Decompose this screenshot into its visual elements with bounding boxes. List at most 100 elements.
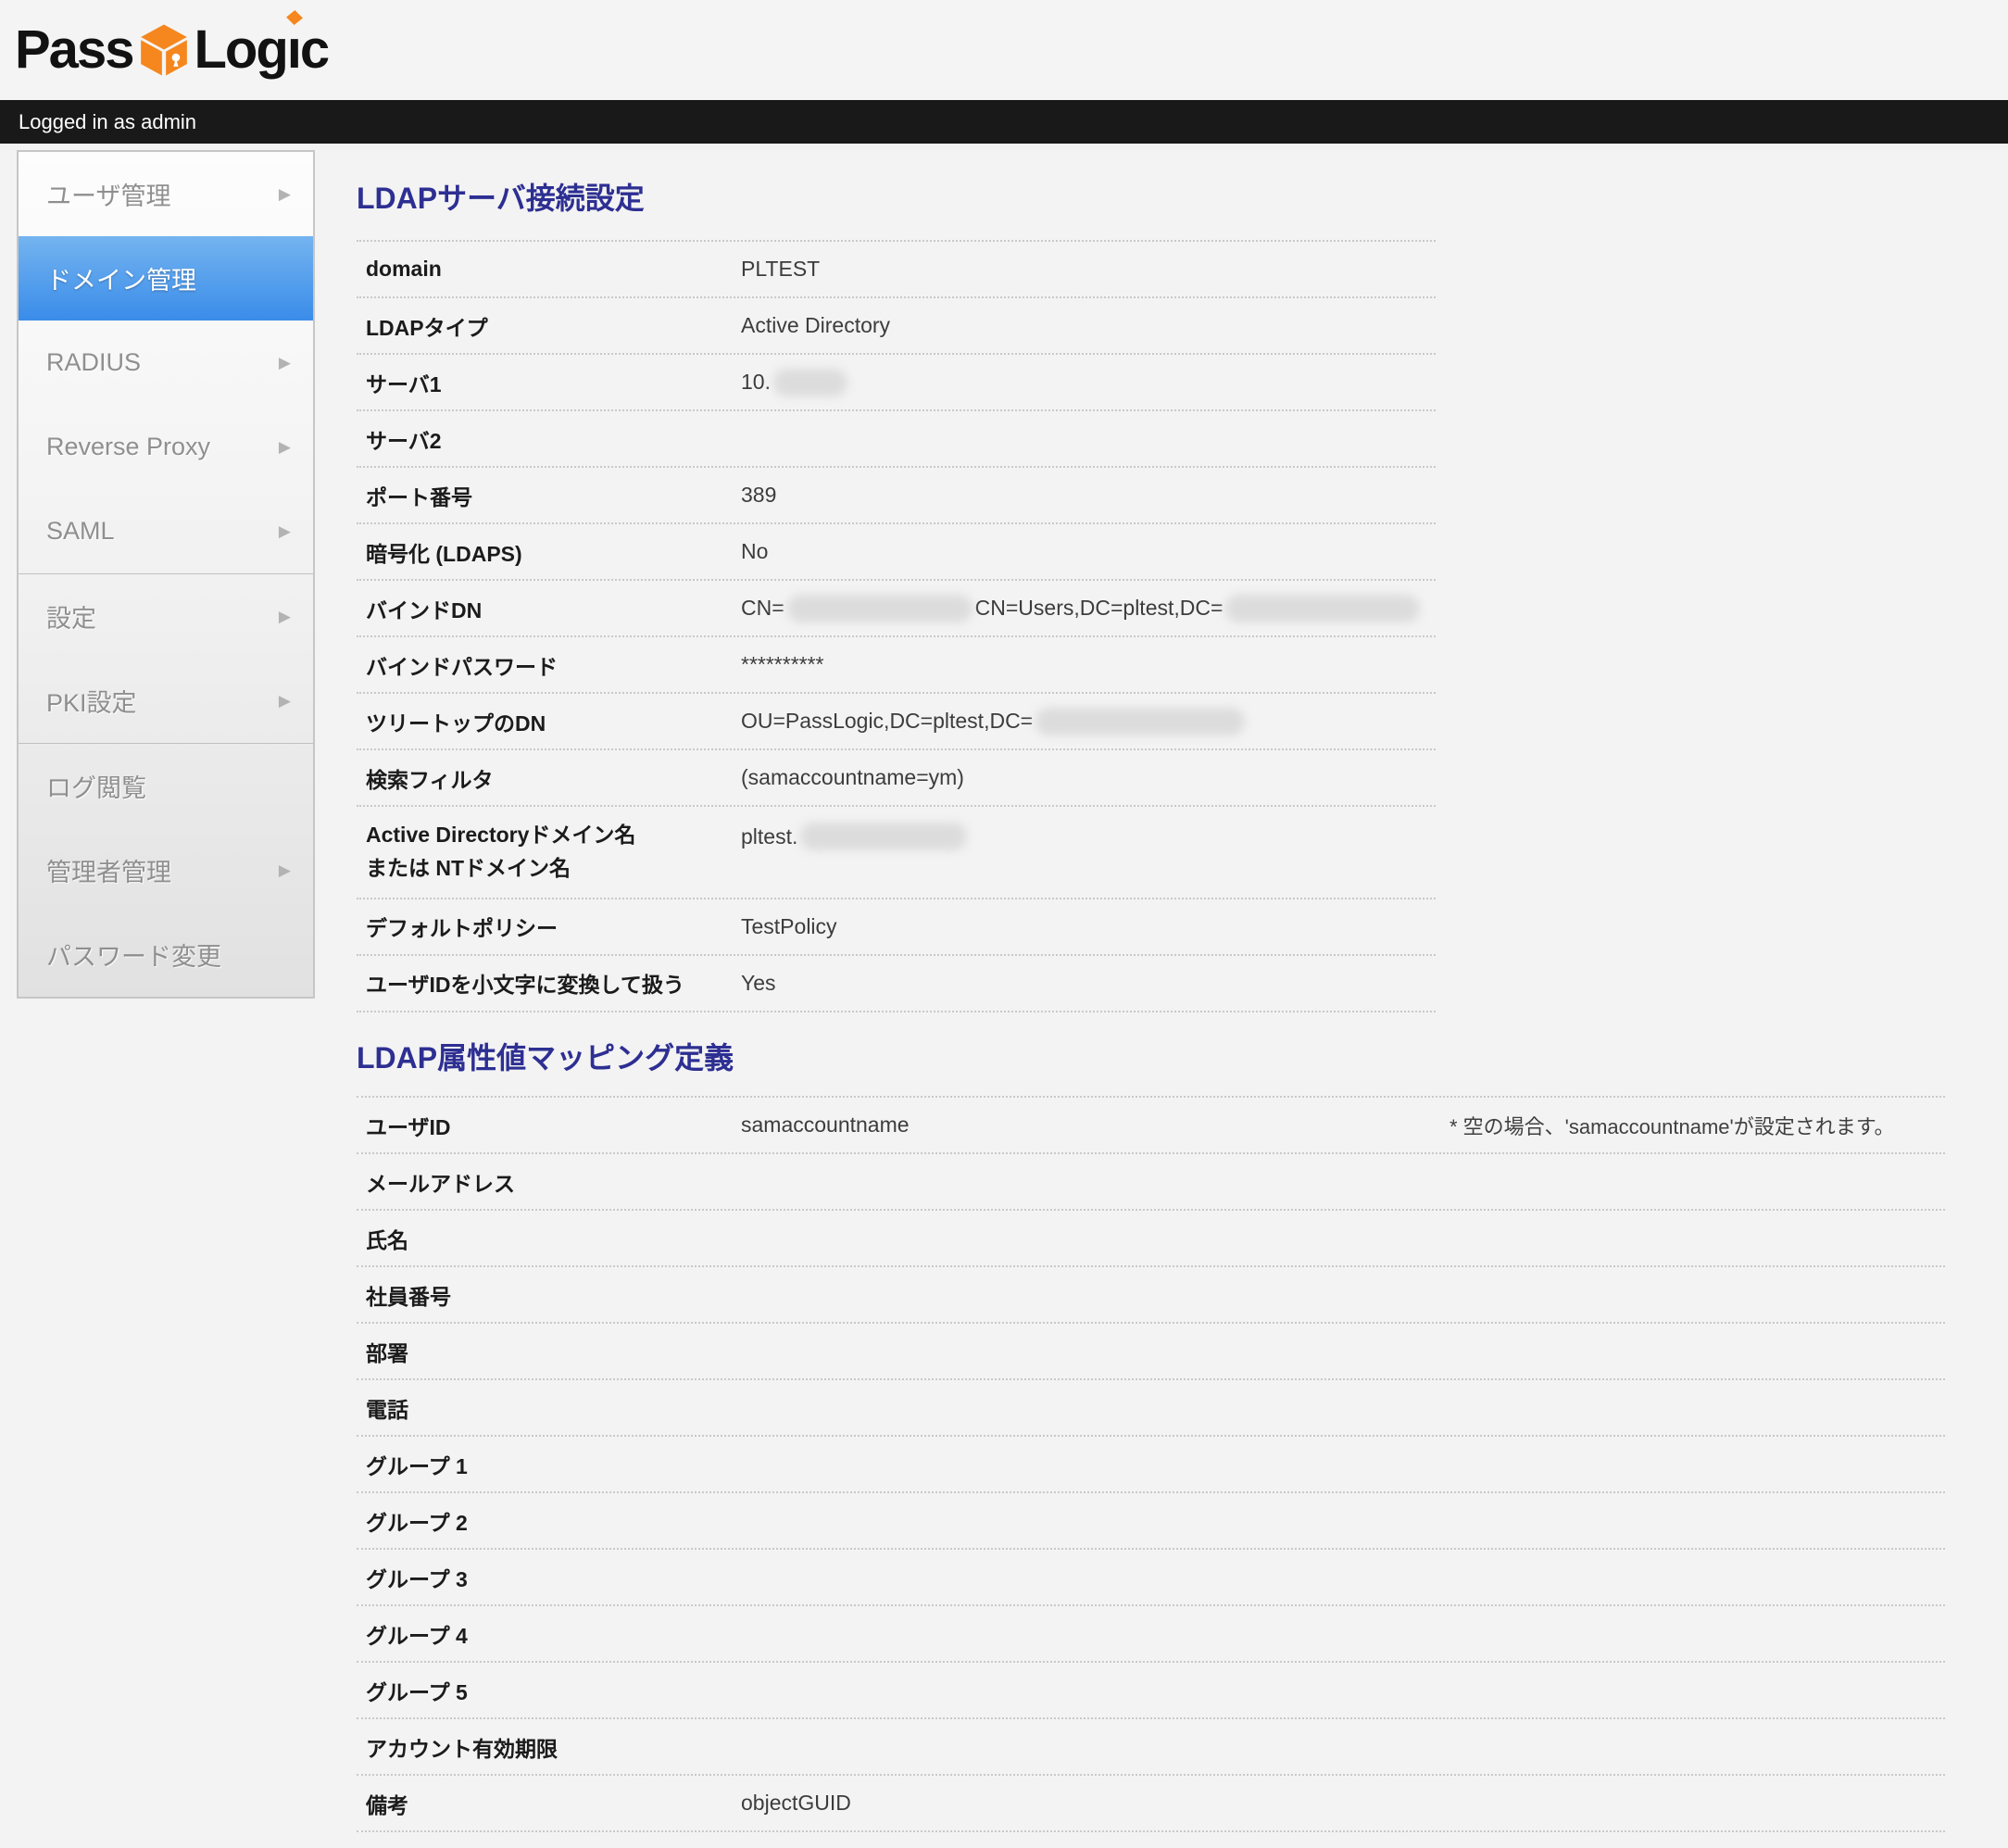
value-text: CN=Users,DC=pltest,DC= <box>975 596 1224 621</box>
table-row: 検索フィルタ(samaccountname=ym) <box>357 750 1436 807</box>
value-text: TestPolicy <box>741 914 837 939</box>
row-label: ポート番号 <box>357 480 741 511</box>
row-value: samaccountname <box>741 1113 1450 1138</box>
sidebar-item-admin-management[interactable]: 管理者管理▶ <box>19 828 313 912</box>
sidebar-item-saml[interactable]: SAML ▶ <box>19 489 313 573</box>
sidebar-item-label: 管理者管理 <box>46 852 171 888</box>
row-note: * 空の場合、'samaccountname'が設定されます。 <box>1450 1111 1945 1140</box>
sidebar-item-radius[interactable]: RADIUS▶ <box>19 321 313 405</box>
table-row: ユーザIDsamaccountname * 空の場合、'samaccountnam… <box>357 1098 1945 1154</box>
row-label: 部署 <box>357 1336 741 1367</box>
row-value: Active Directory <box>741 313 1436 338</box>
row-label: デフォルトポリシー <box>357 911 741 942</box>
chevron-right-icon: ▶ <box>279 185 291 204</box>
row-label: 電話 <box>357 1392 741 1424</box>
sidebar-item-pki-settings[interactable]: PKI設定▶ <box>19 659 313 743</box>
table-row: LDAPタイプActive Directory <box>357 298 1436 355</box>
value-text: pltest. <box>741 824 797 849</box>
redacted-value <box>787 595 973 622</box>
row-value: 10. <box>741 369 1436 396</box>
redacted-value <box>1225 595 1420 622</box>
value-text: CN= <box>741 596 784 621</box>
row-value: CN= CN=Users,DC=pltest,DC= <box>741 595 1436 622</box>
ldap-mapping-title: LDAP属性値マッピング定義 <box>357 1040 1968 1075</box>
value-text: objectGUID <box>741 1791 851 1816</box>
sidebar-item-label: RADIUS <box>46 348 141 377</box>
sidebar-group: ユーザ管理▶ドメイン管理RADIUS▶Reverse Proxy▶SAML▶ <box>19 152 313 573</box>
sidebar-item-settings[interactable]: 設定 ▶ <box>19 574 313 659</box>
row-label: グループ 5 <box>357 1675 741 1706</box>
logged-in-text: Logged in as admin <box>19 110 196 134</box>
table-row: グループ 4 <box>357 1606 1945 1663</box>
table-row: グループ 5 <box>357 1663 1945 1719</box>
sidebar-item-change-password[interactable]: パスワード変更 <box>19 912 313 997</box>
logged-in-bar: Logged in as admin <box>0 100 2008 144</box>
table-row: 暗号化 (LDAPS)No <box>357 524 1436 581</box>
sidebar-item-label: 設定 <box>46 598 96 635</box>
row-label: 検索フィルタ <box>357 762 741 794</box>
redacted-value <box>773 369 847 396</box>
value-text: 389 <box>741 483 776 508</box>
passlogic-logo[interactable]: Pass Logıc <box>15 23 328 77</box>
table-row: グループ 3 <box>357 1550 1945 1606</box>
ldap-mapping-table: ユーザIDsamaccountname * 空の場合、'samaccountnam… <box>357 1096 1945 1832</box>
ldap-connection-title: LDAPサーバ接続設定 <box>357 181 1968 216</box>
main-content: LDAPサーバ接続設定 domainPLTESTLDAPタイプActive Di… <box>357 144 1968 1832</box>
sidebar: ユーザ管理▶ドメイン管理RADIUS▶Reverse Proxy▶SAML▶設定… <box>17 150 315 999</box>
row-label: ツリートップのDN <box>357 706 741 737</box>
sidebar-item-label: Reverse Proxy <box>46 433 210 461</box>
row-value: objectGUID <box>741 1791 1450 1816</box>
value-text: Active Directory <box>741 313 890 338</box>
table-row: グループ 1 <box>357 1437 1945 1493</box>
cube-keyhole-icon <box>139 23 189 77</box>
table-row: メールアドレス <box>357 1154 1945 1211</box>
app-header: Pass Logıc <box>0 0 2008 100</box>
row-label: LDAPタイプ <box>357 310 741 342</box>
table-row: 部署 <box>357 1324 1945 1380</box>
table-row: ユーザIDを小文字に変換して扱うYes <box>357 956 1436 1012</box>
row-label: バインドパスワード <box>357 649 741 681</box>
row-label: バインドDN <box>357 593 741 624</box>
row-label: グループ 1 <box>357 1449 741 1480</box>
row-label: 備考 <box>357 1788 741 1819</box>
table-row: アカウント有効期限 <box>357 1719 1945 1776</box>
row-label: ユーザID <box>357 1110 741 1141</box>
sidebar-item-log-view[interactable]: ログ閲覧 <box>19 744 313 828</box>
row-value: No <box>741 539 1436 564</box>
row-label: ユーザIDを小文字に変換して扱う <box>357 967 741 999</box>
sidebar-item-label: ログ閲覧 <box>46 768 146 804</box>
value-text: ********** <box>741 652 824 677</box>
logo-text-logic: Logıc <box>194 23 328 77</box>
row-label: メールアドレス <box>357 1166 741 1198</box>
value-text: Yes <box>741 971 776 996</box>
table-row: バインドパスワード********** <box>357 637 1436 694</box>
value-text: (samaccountname=ym) <box>741 765 964 790</box>
row-value: pltest. <box>741 819 1436 850</box>
row-value: Yes <box>741 971 1436 996</box>
sidebar-item-label: SAML <box>46 517 115 546</box>
table-row: サーバ110. <box>357 355 1436 411</box>
row-value: PLTEST <box>741 257 1436 282</box>
row-label: Active Directoryドメイン名 または NTドメイン名 <box>357 819 741 885</box>
row-label: アカウント有効期限 <box>357 1731 741 1763</box>
chevron-right-icon: ▶ <box>279 522 291 541</box>
row-label: 社員番号 <box>357 1279 741 1311</box>
row-label: サーバ1 <box>357 367 741 398</box>
row-label: グループ 2 <box>357 1505 741 1537</box>
chevron-right-icon: ▶ <box>279 608 291 626</box>
value-text: PLTEST <box>741 257 820 282</box>
row-label: サーバ2 <box>357 423 741 455</box>
sidebar-group: ログ閲覧管理者管理▶パスワード変更 <box>19 743 313 997</box>
table-row: ツリートップのDNOU=PassLogic,DC=pltest,DC= <box>357 694 1436 750</box>
sidebar-item-domain[interactable]: ドメイン管理 <box>19 236 313 321</box>
row-label: グループ 4 <box>357 1618 741 1650</box>
table-row: 電話 <box>357 1380 1945 1437</box>
table-row: Active Directoryドメイン名 または NTドメイン名pltest. <box>357 807 1436 899</box>
value-text: samaccountname <box>741 1113 910 1138</box>
sidebar-item-reverse-proxy[interactable]: Reverse Proxy ▶ <box>19 405 313 489</box>
row-label: グループ 3 <box>357 1562 741 1593</box>
sidebar-item-users[interactable]: ユーザ管理▶ <box>19 152 313 236</box>
chevron-right-icon: ▶ <box>279 438 291 457</box>
table-row: 氏名 <box>357 1211 1945 1267</box>
redacted-value <box>800 823 967 850</box>
